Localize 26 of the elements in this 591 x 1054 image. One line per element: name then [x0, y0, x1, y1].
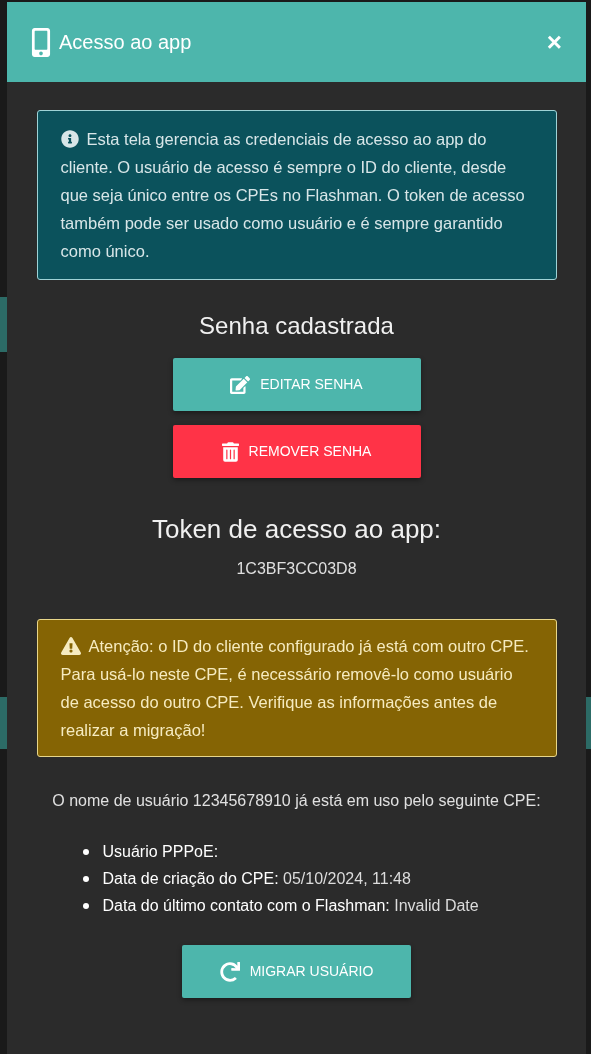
token-heading: Token de acesso ao app:: [151, 513, 442, 546]
detail-text: Usuário PPPoE:: [102, 842, 219, 862]
background-button-edge: [0, 297, 7, 352]
modal-title: Acesso ao app: [59, 30, 192, 55]
bullet-icon: [82, 848, 89, 855]
trash-icon: [221, 441, 239, 462]
detail-text: Data do último contato com o Flashman: Invalid Date: [102, 896, 479, 916]
edit-icon: [230, 374, 251, 395]
warning-text: Atenção: o ID do cliente configurado já está com outro CPE. Para usá-lo neste CPE, é necessário removê-lo como usuário de acesso do outro CPE. Verifique as informações antes de realizar a migração!: [60, 636, 530, 741]
detail-text: Data de criação do CPE: 05/10/2024, 11:48: [102, 869, 411, 889]
close-button[interactable]: ×: [546, 29, 562, 55]
password-heading: Senha cadastrada: [199, 311, 394, 341]
migrate-button[interactable]: MIGRAR USUÁRIO: [182, 945, 411, 998]
token-value: 1C3BF3CC03D8: [236, 559, 357, 579]
refresh-icon: [219, 961, 240, 982]
remove-button[interactable]: REMOVER SENHA: [172, 425, 421, 478]
info-icon: [60, 130, 79, 148]
edit-button[interactable]: EDITAR SENHA: [172, 358, 421, 411]
background-button-edge: [586, 697, 591, 749]
background-button-edge: [0, 697, 7, 749]
warning-icon: [60, 637, 81, 655]
info-text: Esta tela gerencia as credenciais de acesso ao app do cliente. O usuário de acesso é sempre o ID do cliente, desde que seja único entre os CPEs no Flashman. O token de acesso também pode ser usado como usuário e é sempre garantido como único.: [60, 129, 526, 262]
conflict-text: O nome de usuário 12345678910 já está em uso pelo seguinte CPE:: [51, 791, 542, 811]
bullet-icon: [82, 875, 89, 882]
phone-icon: [31, 27, 51, 57]
bullet-icon: [82, 902, 89, 909]
